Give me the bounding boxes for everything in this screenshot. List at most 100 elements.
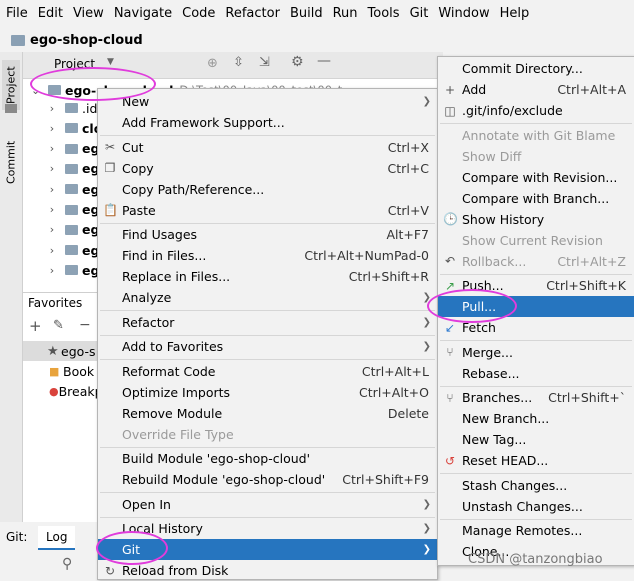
tab-log[interactable]: Log	[38, 526, 76, 550]
bookmark-icon: ■	[49, 364, 60, 378]
tree-item[interactable]: › eg	[23, 260, 103, 280]
menu-item-find-usages[interactable]: Find Usages Alt+F7	[98, 224, 437, 245]
chevron-down-icon[interactable]: ▼	[107, 57, 114, 67]
chevron-right-icon[interactable]: ›	[45, 264, 59, 277]
menu-item-label: Cut	[122, 139, 144, 155]
menu-item-reload-from-disk[interactable]: ↻ Reload from Disk	[98, 560, 437, 581]
menu-item-copy-path-reference[interactable]: Copy Path/Reference...	[98, 179, 437, 200]
menu-item-copy[interactable]: ❐ Copy Ctrl+C	[98, 158, 437, 179]
merge-icon: ⑂	[446, 345, 454, 359]
chevron-right-icon[interactable]: ›	[45, 183, 59, 196]
menu-item-git-info-exclude[interactable]: ◫ .git/info/exclude	[438, 100, 634, 121]
menu-item-compare-with-branch[interactable]: Compare with Branch...	[438, 188, 634, 209]
menu-item-paste[interactable]: 📋 Paste Ctrl+V	[98, 200, 437, 221]
favorites-item[interactable]: ● Breakp	[23, 381, 103, 401]
git-tool-label: Git:	[6, 530, 28, 544]
menu-item-merge[interactable]: ⑂ Merge...	[438, 342, 634, 363]
menu-item-branches[interactable]: ⑂ Branches... Ctrl+Shift+`	[438, 387, 634, 408]
menu-item-analyze[interactable]: Analyze ❯	[98, 287, 437, 308]
menu-item-build-module-ego-shop-cloud[interactable]: Build Module 'ego-shop-cloud'	[98, 448, 437, 469]
menu-item-refactor[interactable]: Refactor ❯	[98, 312, 437, 333]
menu-item-new[interactable]: New ❯	[98, 91, 437, 112]
menu-item-shortcut: Alt+F7	[386, 227, 429, 242]
menubar-code[interactable]: Code	[177, 0, 220, 28]
chevron-right-icon: ❯	[422, 498, 431, 510]
chevron-right-icon[interactable]: ›	[45, 122, 59, 135]
menu-item-reset-head[interactable]: ↺ Reset HEAD...	[438, 450, 634, 471]
favorites-item[interactable]: ■ Book	[23, 361, 101, 381]
menu-item-add-framework-support[interactable]: Add Framework Support...	[98, 112, 437, 133]
menu-item-reformat-code[interactable]: Reformat Code Ctrl+Alt+L	[98, 361, 437, 382]
copy-icon: ❐	[104, 161, 116, 175]
menu-item-cut[interactable]: ✂ Cut Ctrl+X	[98, 137, 437, 158]
menu-item-add[interactable]: + Add Ctrl+Alt+A	[438, 79, 634, 100]
menu-item-unstash-changes[interactable]: Unstash Changes...	[438, 496, 634, 517]
tab-project[interactable]: Project	[2, 60, 20, 110]
tree-item[interactable]: › eg	[23, 240, 103, 260]
menu-item-compare-with-revision[interactable]: Compare with Revision...	[438, 167, 634, 188]
tree-item[interactable]: › eg	[23, 159, 103, 179]
menubar-file[interactable]: File	[0, 0, 33, 28]
tree-item-label: .id	[82, 100, 98, 116]
tree-item[interactable]: › eg	[23, 139, 103, 159]
folder-icon	[65, 204, 78, 215]
menu-item-replace-in-files[interactable]: Replace in Files... Ctrl+Shift+R	[98, 266, 437, 287]
menu-item-open-in[interactable]: Open In ❯	[98, 494, 437, 515]
tree-item[interactable]: › eg	[23, 200, 103, 220]
add-icon[interactable]: +	[29, 317, 42, 335]
menubar-help[interactable]: Help	[495, 0, 535, 28]
menu-item-label: Replace in Files...	[122, 269, 231, 284]
menubar-window[interactable]: Window	[433, 0, 494, 28]
menu-item-add-to-favorites[interactable]: Add to Favorites ❯	[98, 336, 437, 357]
menubar-view[interactable]: View	[68, 0, 109, 28]
menu-item-find-in-files[interactable]: Find in Files... Ctrl+Alt+NumPad-0	[98, 245, 437, 266]
menu-item-shortcut: Ctrl+Shift+`	[548, 390, 626, 405]
edit-icon[interactable]: ✎	[53, 318, 64, 333]
nav-project-title[interactable]: ego-shop-cloud	[30, 33, 143, 48]
reset-icon: ↺	[444, 453, 456, 468]
menu-item-new-branch[interactable]: New Branch...	[438, 408, 634, 429]
collapse-all-icon[interactable]: ⇲	[259, 55, 270, 70]
tree-item[interactable]: › eg	[23, 179, 103, 199]
menu-item-show-history[interactable]: 🕒 Show History	[438, 209, 634, 230]
menu-item-new-tag[interactable]: New Tag...	[438, 429, 634, 450]
menu-item-label: Rebase...	[462, 365, 520, 381]
tree-item[interactable]: › clo	[23, 118, 103, 138]
chevron-right-icon: ❯	[422, 341, 431, 352]
tree-item[interactable]: › eg	[23, 220, 103, 240]
menu-item-rebase[interactable]: Rebase...	[438, 363, 634, 384]
remove-icon[interactable]: −	[79, 317, 91, 333]
gear-icon[interactable]: ⚙	[291, 54, 304, 70]
menu-item-stash-changes[interactable]: Stash Changes...	[438, 475, 634, 496]
menubar-edit[interactable]: Edit	[33, 0, 68, 28]
menu-item-remove-module[interactable]: Remove Module Delete	[98, 403, 437, 424]
search-icon[interactable]: ⚲	[62, 556, 72, 572]
menubar-git[interactable]: Git	[405, 0, 434, 28]
menu-item-manage-remotes[interactable]: Manage Remotes...	[438, 520, 634, 541]
expand-all-icon[interactable]: ⇳	[233, 55, 244, 70]
menu-item-label: Show Current Revision	[462, 232, 603, 248]
menu-item-show-diff: Show Diff	[438, 146, 634, 167]
chevron-right-icon[interactable]: ›	[45, 102, 59, 115]
menubar-build[interactable]: Build	[285, 0, 328, 28]
chevron-right-icon[interactable]: ›	[45, 142, 59, 155]
menubar-refactor[interactable]: Refactor	[220, 0, 285, 28]
chevron-right-icon[interactable]: ›	[45, 162, 59, 175]
menu-item-commit-directory[interactable]: Commit Directory...	[438, 58, 634, 79]
minimize-icon[interactable]: —	[317, 53, 331, 69]
menu-item-rebuild-module-ego-shop-cloud[interactable]: Rebuild Module 'ego-shop-cloud' Ctrl+Shif…	[98, 469, 437, 490]
menubar-tools[interactable]: Tools	[363, 0, 405, 28]
menu-item-label: Stash Changes...	[462, 477, 568, 493]
chevron-right-icon[interactable]: ›	[45, 203, 59, 216]
chevron-right-icon[interactable]: ›	[45, 244, 59, 257]
chevron-right-icon[interactable]: ›	[45, 223, 59, 236]
favorites-item[interactable]: ★ ego-s	[23, 341, 101, 361]
menu-item-optimize-imports[interactable]: Optimize Imports Ctrl+Alt+O	[98, 382, 437, 403]
menu-item-override-file-type: Override File Type	[98, 424, 437, 445]
locate-icon[interactable]: ⊕	[207, 56, 218, 71]
tree-item[interactable]: › .id	[23, 98, 103, 118]
menubar-navigate[interactable]: Navigate	[109, 0, 177, 28]
tab-commit[interactable]: Commit	[2, 134, 20, 190]
menubar-run[interactable]: Run	[328, 0, 363, 28]
menu-item-label: Analyze	[122, 290, 172, 305]
